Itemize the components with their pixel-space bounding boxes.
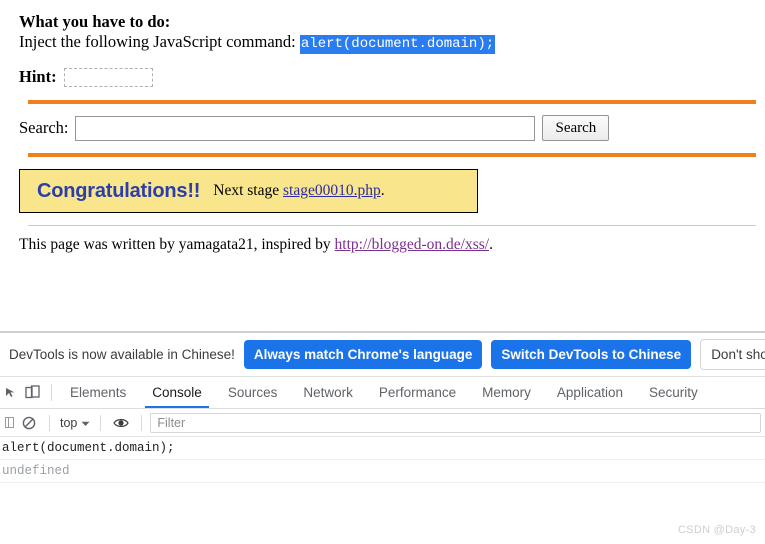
credit-prefix: This page was written by yamagata21, ins… (19, 236, 331, 253)
credit-suffix: . (489, 236, 493, 253)
tab-elements[interactable]: Elements (57, 377, 139, 408)
console-input-row: alert(document.domain); (0, 437, 765, 460)
tab-console[interactable]: Console (139, 377, 215, 408)
tab-memory[interactable]: Memory (469, 377, 544, 408)
devtools-language-notification: DevTools is now available in Chinese! Al… (0, 333, 765, 377)
orange-divider-top (28, 100, 756, 104)
orange-divider-bottom (28, 153, 756, 157)
console-result-text: undefined (2, 464, 70, 478)
tab-performance[interactable]: Performance (366, 377, 469, 408)
dismiss-notification-button[interactable]: Don't show again (700, 339, 765, 370)
hint-label: Hint: (19, 67, 57, 86)
devtools-panel: DevTools is now available in Chinese! Al… (0, 332, 765, 544)
tab-console-label: Console (152, 385, 202, 400)
console-input-text: alert(document.domain); (2, 441, 175, 455)
next-stage-prefix: Next stage (213, 182, 280, 199)
search-input[interactable] (75, 115, 536, 141)
credit-link[interactable]: http://blogged-on.de/xss/ (335, 236, 490, 253)
task-heading: What you have to do: (19, 12, 171, 31)
tab-network-label: Network (303, 385, 353, 400)
tab-application-label: Application (556, 385, 623, 400)
search-button[interactable]: Search (542, 115, 610, 141)
tab-security[interactable]: Security (636, 377, 711, 408)
chevron-down-icon (81, 416, 90, 430)
console-context-label: top (60, 415, 78, 430)
tab-sources[interactable]: Sources (215, 377, 291, 408)
console-context-selector[interactable]: top (56, 416, 94, 430)
gray-divider (28, 225, 756, 226)
screenshot-root: What you have to do: Inject the followin… (0, 0, 765, 544)
task-instruction-line: Inject the following JavaScript command:… (19, 31, 765, 55)
device-toolbar-icon[interactable] (18, 377, 46, 408)
console-sidebar-icon[interactable] (3, 417, 15, 428)
eye-icon[interactable] (107, 417, 135, 429)
tab-elements-label: Elements (70, 385, 127, 400)
search-label: Search: (19, 118, 69, 137)
filterbar-separator-3 (141, 414, 143, 431)
notification-message: DevTools is now available in Chinese! (9, 347, 235, 362)
web-page-content: What you have to do: Inject the followin… (0, 0, 765, 332)
console-output[interactable]: alert(document.domain); undefined (0, 437, 765, 544)
console-result-row: undefined (0, 460, 765, 483)
congratulations-label: Congratulations!! (37, 179, 201, 202)
switch-devtools-language-button[interactable]: Switch DevTools to Chinese (491, 340, 692, 369)
clear-console-icon[interactable] (15, 416, 43, 430)
task-command-selected[interactable]: alert(document.domain); (299, 35, 496, 54)
filterbar-separator-1 (49, 414, 50, 431)
tab-network[interactable]: Network (290, 377, 366, 408)
task-instruction-text: Inject the following JavaScript command: (19, 32, 296, 51)
next-stage-link[interactable]: stage00010.php (283, 182, 381, 199)
search-row: Search: Search (19, 115, 765, 141)
hint-input[interactable] (63, 67, 153, 87)
console-filter-bar: top (0, 409, 765, 437)
always-match-language-button[interactable]: Always match Chrome's language (243, 340, 483, 369)
tab-memory-label: Memory (482, 385, 531, 400)
tabstrip-separator (51, 384, 52, 401)
congratulations-box: Congratulations!! Next stage stage00010.… (19, 169, 478, 213)
page-credit: This page was written by yamagata21, ins… (19, 236, 765, 254)
tab-security-label: Security (648, 385, 698, 400)
filterbar-separator-2 (100, 414, 102, 431)
hint-row: Hint: (19, 67, 765, 87)
console-filter-input[interactable] (150, 412, 761, 433)
inspect-element-icon[interactable] (2, 377, 18, 408)
next-stage-suffix: . (380, 182, 385, 199)
tab-performance-label: Performance (378, 385, 457, 400)
tab-sources-label: Sources (227, 385, 278, 400)
tab-application[interactable]: Application (544, 377, 636, 408)
next-stage-line: Next stage stage00010.php. (213, 182, 384, 200)
devtools-tabstrip: Elements Console Sources Network Perform… (0, 377, 765, 409)
